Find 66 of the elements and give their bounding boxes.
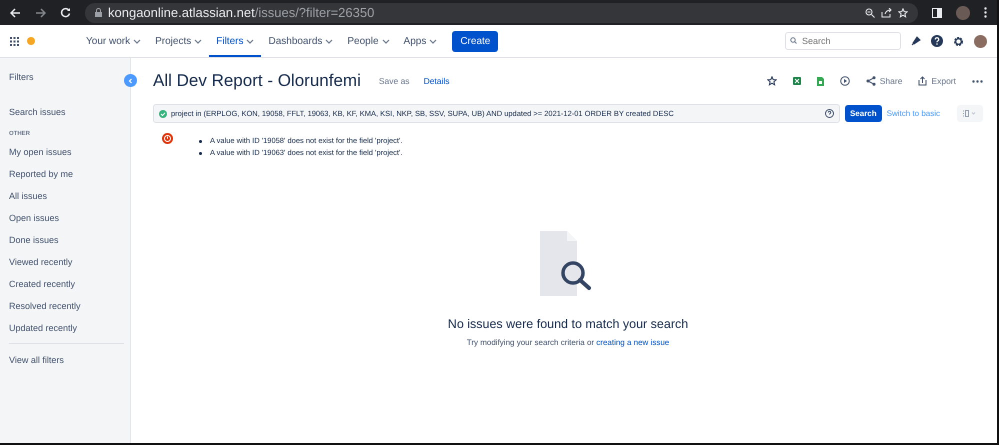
more-vertical-icon[interactable] [984,7,987,18]
sidebar-item[interactable]: Reported by me [9,163,130,185]
error-icon [162,133,173,144]
sidebar-item[interactable]: Created recently [9,273,130,295]
sidebar-item[interactable]: All issues [9,185,130,207]
sidebar-item[interactable]: Resolved recently [9,295,130,317]
play-icon[interactable] [840,76,850,86]
chevron-down-icon [194,38,202,44]
app-grid-icon[interactable] [10,36,19,46]
profile-avatar[interactable] [956,6,970,20]
view-all-filters-link[interactable]: View all filters [9,349,130,371]
export-button[interactable]: Export [918,76,956,86]
upload-icon [918,76,928,86]
lock-icon [95,8,102,17]
nav-menu[interactable]: Projects [148,25,210,57]
spreadsheet-icon[interactable] [792,77,801,85]
nav-menu[interactable]: Apps [396,25,444,57]
chevron-left-icon [128,78,133,84]
chevron-down-icon [325,38,334,44]
url-path: /issues/?filter=26350 [254,5,374,20]
create-button[interactable]: Create [452,30,498,52]
sidebar-item[interactable]: Viewed recently [9,251,130,273]
details-link[interactable]: Details [424,76,450,86]
nav-menu[interactable]: Your work [79,25,148,57]
user-avatar[interactable] [974,34,987,48]
more-icon[interactable] [972,80,983,82]
chevron-down-icon [133,38,142,44]
share-button[interactable]: Share [866,76,902,86]
sidebar-item[interactable]: My open issues [9,141,130,163]
share-icon[interactable] [881,8,892,18]
star-icon[interactable] [766,76,777,86]
chevron-down-icon [382,38,390,44]
forward-arrow-icon[interactable] [35,8,46,18]
create-issue-link[interactable]: creating a new issue [596,338,670,347]
sidebar-item[interactable]: Updated recently [9,317,130,339]
chevron-down-icon [429,38,438,44]
chevron-down-icon [246,38,254,44]
search-field[interactable]: Search [785,32,901,50]
sidebar-item[interactable]: Open issues [9,207,130,229]
settings-icon[interactable] [953,36,964,46]
bullet-icon [199,140,202,142]
zoom-icon[interactable] [865,8,875,18]
side-panel-icon[interactable] [932,8,942,18]
search-button[interactable]: Search [844,105,882,122]
save-as-link[interactable]: Save as [378,76,410,86]
help-icon[interactable] [824,109,834,118]
help-icon[interactable] [931,35,943,47]
view-toggle-button[interactable] [957,105,983,122]
nav-menu[interactable]: People [340,25,397,57]
empty-state-text: Try modifying your search criteria or creating a new issue [466,338,670,347]
sidebar-item[interactable]: Done issues [9,229,130,251]
empty-state-heading: No issues were found to match your search [448,317,688,331]
sheet-icon[interactable] [816,76,824,86]
share-icon [866,76,876,86]
url-host: kongaonline.atlassian.net [108,5,255,20]
sidebar-item[interactable]: Search issues [9,101,130,123]
address-bar[interactable]: kongaonline.atlassian.net/issues/?filter=26350 [85,2,918,22]
sidebar-title: Filters [9,72,34,82]
filter-title: All Dev Report - Olorunfemi [153,71,361,91]
collapse-sidebar-button[interactable] [124,74,137,87]
nav-menu[interactable]: Dashboards [261,25,340,57]
list-view-icon [963,110,977,117]
reload-icon[interactable] [60,7,71,18]
notification-icon[interactable] [911,36,921,46]
bullet-icon [199,152,202,154]
back-arrow-icon[interactable] [10,8,21,18]
